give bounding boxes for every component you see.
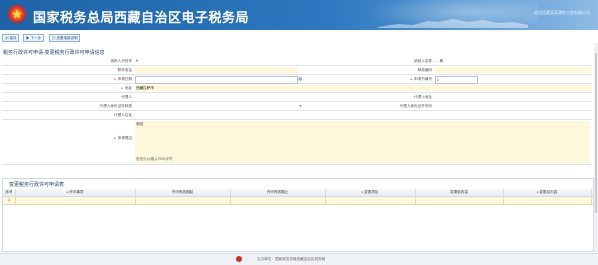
- taxpayer-id-label: 纳税人识别号: [110, 59, 132, 63]
- scrollbar-thumb[interactable]: [595, 53, 597, 213]
- form-row: 代理人住址: [2, 111, 592, 120]
- site-header: 国家税务总局西藏自治区电子税务局 欢迎西藏某某建筑工程有限公司: [0, 0, 598, 30]
- next-icon: ▶: [26, 36, 30, 40]
- agent-residence-label: 代理人住址: [114, 113, 132, 117]
- table-row[interactable]: 1: [3, 197, 593, 205]
- grid-column-label: 序号: [5, 190, 13, 194]
- form-row: 代理人 代理人地址: [2, 93, 592, 102]
- reason-textarea[interactable]: 测试 您还可以输入2994字符: [135, 121, 590, 163]
- agent-id-type-select[interactable]: [135, 103, 298, 109]
- grid-column-label: 许可事项: [69, 190, 84, 194]
- grid-column-label: 许可有效期止: [266, 190, 289, 194]
- apply-date-label: 申请日期: [2, 75, 132, 83]
- postal-code-label: 邮政编码: [417, 68, 432, 72]
- grid-column-header: 许可有效期起: [135, 189, 231, 196]
- grid-cell[interactable]: [230, 197, 326, 204]
- grid-cell[interactable]: [325, 197, 416, 204]
- agent-id-no-label: 代理人身份证件号码: [399, 104, 432, 108]
- grid-column-label: 变更项目: [364, 190, 379, 194]
- form-row: 代理人身份证件种类 ▼ 代理人身份证件号码: [2, 102, 592, 111]
- agent-id-no-field[interactable]: [435, 103, 586, 109]
- view-instructions-button[interactable]: ▤ 查看填报说明: [49, 34, 81, 42]
- grid-column-header: 许可有效期止: [230, 189, 326, 196]
- postal-code-field[interactable]: [435, 67, 591, 73]
- agent-id-type-label: 代理人身份证件种类: [99, 104, 132, 108]
- grid-column-header: ● 许可事项: [15, 189, 136, 196]
- great-wall-decoration: [378, 19, 528, 28]
- apply-date-field[interactable]: [135, 76, 298, 84]
- footer-emblem-icon: [236, 256, 242, 262]
- save-icon: ▣: [5, 36, 9, 40]
- agent-field[interactable]: [135, 94, 296, 100]
- char-count-hint: 您还可以输入2994字符: [136, 157, 173, 161]
- form-row: 联系电话 邮政编码: [2, 66, 592, 75]
- agent-residence-field[interactable]: [135, 112, 591, 118]
- tax-emblem-icon: [8, 5, 26, 23]
- page-scrollbar[interactable]: [594, 43, 598, 252]
- doc-number-field[interactable]: 1: [435, 76, 478, 84]
- grid-cell[interactable]: [15, 197, 136, 204]
- grid-cell[interactable]: [135, 197, 231, 204]
- form-section-title: 税务行政许可申请-变更税务行政许可申请信息: [3, 50, 105, 56]
- site-footer: 主办单位：国家税务总局西藏自治区税务局: [0, 253, 598, 265]
- taxpayer-name-label: 纳税人名称: [414, 59, 432, 63]
- form-row: 申请日期 ▦ 申请书编号 1: [2, 75, 592, 84]
- form-row: 纳税人识别号 9 纳税人名称 …有: [2, 57, 592, 66]
- grid-column-header: 变更前内容: [415, 189, 504, 196]
- grid-column-label: 变更后内容: [539, 190, 558, 194]
- taxpayer-name-field[interactable]: …有: [435, 58, 586, 64]
- taxpayer-id-field[interactable]: 9: [135, 58, 296, 64]
- reason-text: 测试: [136, 122, 144, 126]
- doc-number-label: 申请书编号: [302, 75, 432, 83]
- grid-column-header: ● 变更后内容: [503, 189, 592, 196]
- agent-address-label: 代理人地址: [414, 95, 432, 99]
- contact-phone-label: 联系电话: [117, 68, 132, 72]
- address-field[interactable]: 西藏拉萨市: [135, 85, 591, 91]
- grid-column-header: ● 变更项目: [325, 189, 416, 196]
- reason-row: 申请理由 测试 您还可以输入2994字符: [2, 120, 592, 165]
- agent-address-field[interactable]: [435, 94, 586, 100]
- grid-title: 变更税务行政许可申请表: [9, 182, 65, 188]
- site-title: 国家税务总局西藏自治区电子税务局: [33, 10, 250, 25]
- next-step-button[interactable]: ▶ 下一步: [23, 34, 44, 42]
- address-label: 地址: [2, 84, 132, 92]
- agent-label: 代理人: [121, 95, 132, 99]
- grid-header: 序号 ● 许可事项 许可有效期起 许可有效期止 ● 变更项目 变更前内容 ● 变更后内容: [3, 189, 593, 197]
- change-permit-grid: 变更税务行政许可申请表 序号 ● 许可事项 许可有效期起 许可有效期止 ● 变更项目 变更…: [2, 178, 594, 252]
- user-info[interactable]: 欢迎西藏某某建筑工程有限公司: [530, 10, 590, 16]
- grid-column-label: 变更前内容: [450, 190, 468, 194]
- reason-label: 申请理由: [2, 134, 132, 142]
- grid-column-label: 许可有效期起: [171, 190, 194, 194]
- contact-phone-field[interactable]: [135, 67, 298, 73]
- grid-cell[interactable]: [503, 197, 592, 204]
- footer-text: 主办单位：国家税务总局西藏自治区税务局: [257, 257, 326, 261]
- form-row: 地址 西藏拉萨市: [2, 84, 592, 93]
- document-icon: ▤: [52, 36, 56, 40]
- save-button[interactable]: ▣ 保存: [2, 34, 20, 42]
- grid-cell[interactable]: [415, 197, 504, 204]
- toolbar: ▣ 保存 ▶ 下一步 ▤ 查看填报说明: [0, 33, 598, 43]
